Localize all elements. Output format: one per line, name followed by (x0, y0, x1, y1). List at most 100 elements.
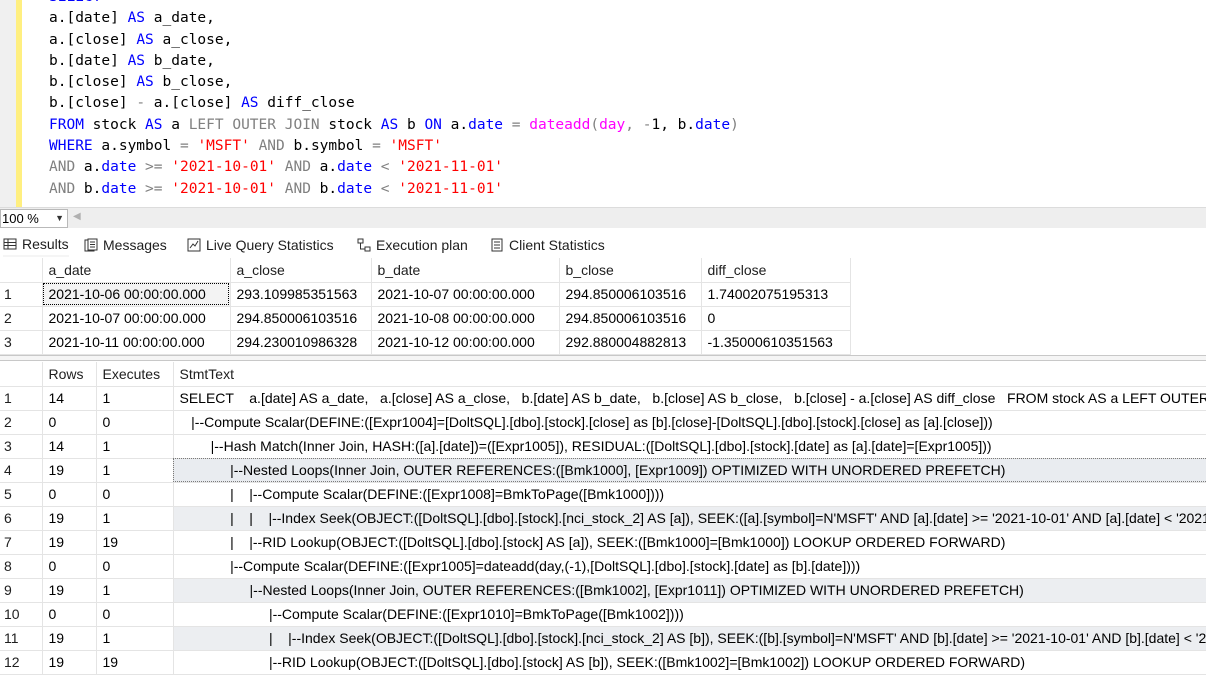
executes-cell[interactable]: 0 (96, 602, 174, 627)
zoom-dropdown[interactable]: 100 % ▼ (0, 209, 68, 228)
table-cell[interactable]: 2021-10-07 00:00:00.000 (42, 306, 231, 331)
code-line[interactable]: b.[close] - a.[close] AS diff_close (49, 93, 739, 114)
column-header[interactable]: StmtText (173, 362, 1206, 387)
table-cell[interactable]: 294.850006103516 (559, 282, 702, 307)
table-row[interactable]: 1 2021-10-06 00:00:00.000 293.109985351563… (0, 282, 851, 307)
code-line[interactable]: AND a.date >= '2021-10-01' AND a.date < … (49, 157, 739, 178)
row-number[interactable]: 9 (0, 578, 43, 603)
table-row[interactable]: 12 19 19 |--RID Lookup(OBJECT:([DoltSQL].[… (0, 650, 1206, 675)
stmt-text-cell[interactable]: | | |--Index Seek(OBJECT:([DoltSQL].[dbo… (173, 506, 1206, 531)
column-header[interactable]: Rows (42, 362, 97, 387)
row-number[interactable]: 10 (0, 602, 43, 627)
row-number-header[interactable] (0, 362, 43, 387)
rows-cell[interactable]: 0 (42, 602, 97, 627)
row-number[interactable]: 5 (0, 482, 43, 507)
tab-results[interactable]: Results (3, 233, 69, 257)
rows-cell[interactable]: 0 (42, 410, 97, 435)
rows-cell[interactable]: 19 (42, 458, 97, 483)
code-line[interactable]: b.[close] AS b_close, (49, 72, 739, 93)
rows-cell[interactable]: 19 (42, 626, 97, 651)
row-number[interactable]: 4 (0, 458, 43, 483)
executes-cell[interactable]: 1 (96, 578, 174, 603)
table-cell[interactable]: 292.880004882813 (559, 330, 702, 355)
scroll-left-icon[interactable]: ◀ (73, 211, 81, 222)
code-line[interactable]: WHERE a.symbol = 'MSFT' AND b.symbol = '… (49, 136, 739, 157)
row-number[interactable]: 7 (0, 530, 43, 555)
code-line[interactable]: SELECT (49, 0, 739, 8)
stmt-text-cell[interactable]: |--Compute Scalar(DEFINE:([Expr1004]=[Do… (173, 410, 1206, 435)
table-cell[interactable]: 2021-10-12 00:00:00.000 (371, 330, 560, 355)
executes-cell[interactable]: 19 (96, 530, 174, 555)
table-row[interactable]: 2 2021-10-07 00:00:00.000 294.850006103516… (0, 306, 851, 331)
row-number[interactable]: 2 (0, 306, 43, 331)
code-line[interactable]: a.[date] AS a_date, (49, 8, 739, 29)
table-cell[interactable]: 294.850006103516 (559, 306, 702, 331)
executes-cell[interactable]: 0 (96, 410, 174, 435)
rows-cell[interactable]: 19 (42, 650, 97, 675)
row-number[interactable]: 2 (0, 410, 43, 435)
executes-cell[interactable]: 1 (96, 434, 174, 459)
table-row[interactable]: 800 |--Compute Scalar(DEFINE:([Expr1005]… (0, 554, 1206, 579)
executes-cell[interactable]: 0 (96, 554, 174, 579)
table-cell[interactable]: 2021-10-07 00:00:00.000 (371, 282, 560, 307)
stmt-text-cell[interactable]: | |--RID Lookup(OBJECT:([DoltSQL].[dbo].… (173, 530, 1206, 555)
row-number[interactable]: 8 (0, 554, 43, 579)
stmt-text-cell[interactable]: |--Nested Loops(Inner Join, OUTER REFERE… (173, 458, 1206, 483)
stmt-text-cell[interactable]: |--Nested Loops(Inner Join, OUTER REFERE… (173, 578, 1206, 603)
row-number[interactable]: 11 (0, 626, 43, 651)
rows-cell[interactable]: 19 (42, 506, 97, 531)
table-row[interactable]: 7 19 19 | |--RID Lookup(OBJECT:([DoltSQL].… (0, 530, 1206, 555)
rows-cell[interactable]: 19 (42, 578, 97, 603)
column-header[interactable]: Executes (96, 362, 174, 387)
showplan-grid[interactable]: Rows Executes StmtText 1 14 1 SELECT a.[dat… (0, 362, 1206, 675)
executes-cell[interactable]: 1 (96, 386, 174, 411)
table-row[interactable]: 9 19 1 |--Nested Loops(Inner Join, OUTER R… (0, 578, 1206, 603)
code-line[interactable]: FROM stock AS a LEFT OUTER JOIN stock AS… (49, 115, 739, 136)
column-header[interactable]: a_close (230, 258, 372, 283)
rows-cell[interactable]: 19 (42, 530, 97, 555)
rows-cell[interactable]: 14 (42, 434, 97, 459)
row-number[interactable]: 3 (0, 330, 43, 355)
table-cell[interactable]: -1.35000610351563 (701, 330, 851, 355)
table-row[interactable]: 200 |--Compute Scalar(DEFINE:([Expr1004]… (0, 410, 1206, 435)
code-line[interactable]: b.[date] AS b_date, (49, 51, 739, 72)
results-splitter[interactable] (0, 355, 1206, 361)
sql-code[interactable]: SELECTa.[date] AS a_date,a.[close] AS a_… (49, 0, 739, 200)
table-row[interactable]: 3 14 1 |--Hash Match(Inner Join, HASH:([a]… (0, 434, 1206, 459)
column-header[interactable]: diff_close (701, 258, 851, 283)
executes-cell[interactable]: 1 (96, 626, 174, 651)
row-number[interactable]: 1 (0, 282, 43, 307)
table-cell[interactable]: 294.230010986328 (230, 330, 372, 355)
stmt-text-cell[interactable]: | |--Index Seek(OBJECT:([DoltSQL].[dbo].… (173, 626, 1206, 651)
stmt-text-cell[interactable]: | |--Compute Scalar(DEFINE:([Expr1008]=B… (173, 482, 1206, 507)
table-row[interactable]: 3 2021-10-11 00:00:00.000 294.230010986328… (0, 330, 851, 355)
column-header[interactable]: b_close (559, 258, 702, 283)
executes-cell[interactable]: 1 (96, 506, 174, 531)
table-row[interactable]: 10 0 0 |--Compute Scalar(DEFINE:([Expr1010… (0, 602, 1206, 627)
row-number[interactable]: 3 (0, 434, 43, 459)
row-number[interactable]: 1 (0, 386, 43, 411)
row-number-header[interactable] (0, 258, 43, 283)
table-row[interactable]: 1 14 1 SELECT a.[date] AS a_date, a.[close]… (0, 386, 1206, 411)
table-cell[interactable]: 293.109985351563 (230, 282, 372, 307)
tab-execution-plan[interactable]: Execution plan (357, 233, 468, 257)
results-grid[interactable]: a_date a_close b_date b_close diff_close… (0, 258, 851, 355)
stmt-text-cell[interactable]: |--RID Lookup(OBJECT:([DoltSQL].[dbo].[s… (173, 650, 1206, 675)
row-number[interactable]: 12 (0, 650, 43, 675)
table-cell[interactable]: 1.74002075195313 (701, 282, 851, 307)
tab-client-statistics[interactable]: Client Statistics (490, 233, 605, 257)
table-cell[interactable]: 2021-10-06 00:00:00.000 (42, 282, 231, 307)
rows-cell[interactable]: 0 (42, 482, 97, 507)
table-cell[interactable]: 0 (701, 306, 851, 331)
row-number[interactable]: 6 (0, 506, 43, 531)
stmt-text-cell[interactable]: |--Compute Scalar(DEFINE:([Expr1005]=dat… (173, 554, 1206, 579)
stmt-text-cell[interactable]: SELECT a.[date] AS a_date, a.[close] AS … (173, 386, 1206, 411)
executes-cell[interactable]: 19 (96, 650, 174, 675)
rows-cell[interactable]: 0 (42, 554, 97, 579)
executes-cell[interactable]: 1 (96, 458, 174, 483)
column-header[interactable]: b_date (371, 258, 560, 283)
column-header[interactable]: a_date (42, 258, 231, 283)
code-line[interactable]: a.[close] AS a_close, (49, 30, 739, 51)
table-row[interactable]: 6 19 1 | | |--Index Seek(OBJECT:([DoltSQL]… (0, 506, 1206, 531)
tab-messages[interactable]: Messages (84, 233, 167, 257)
